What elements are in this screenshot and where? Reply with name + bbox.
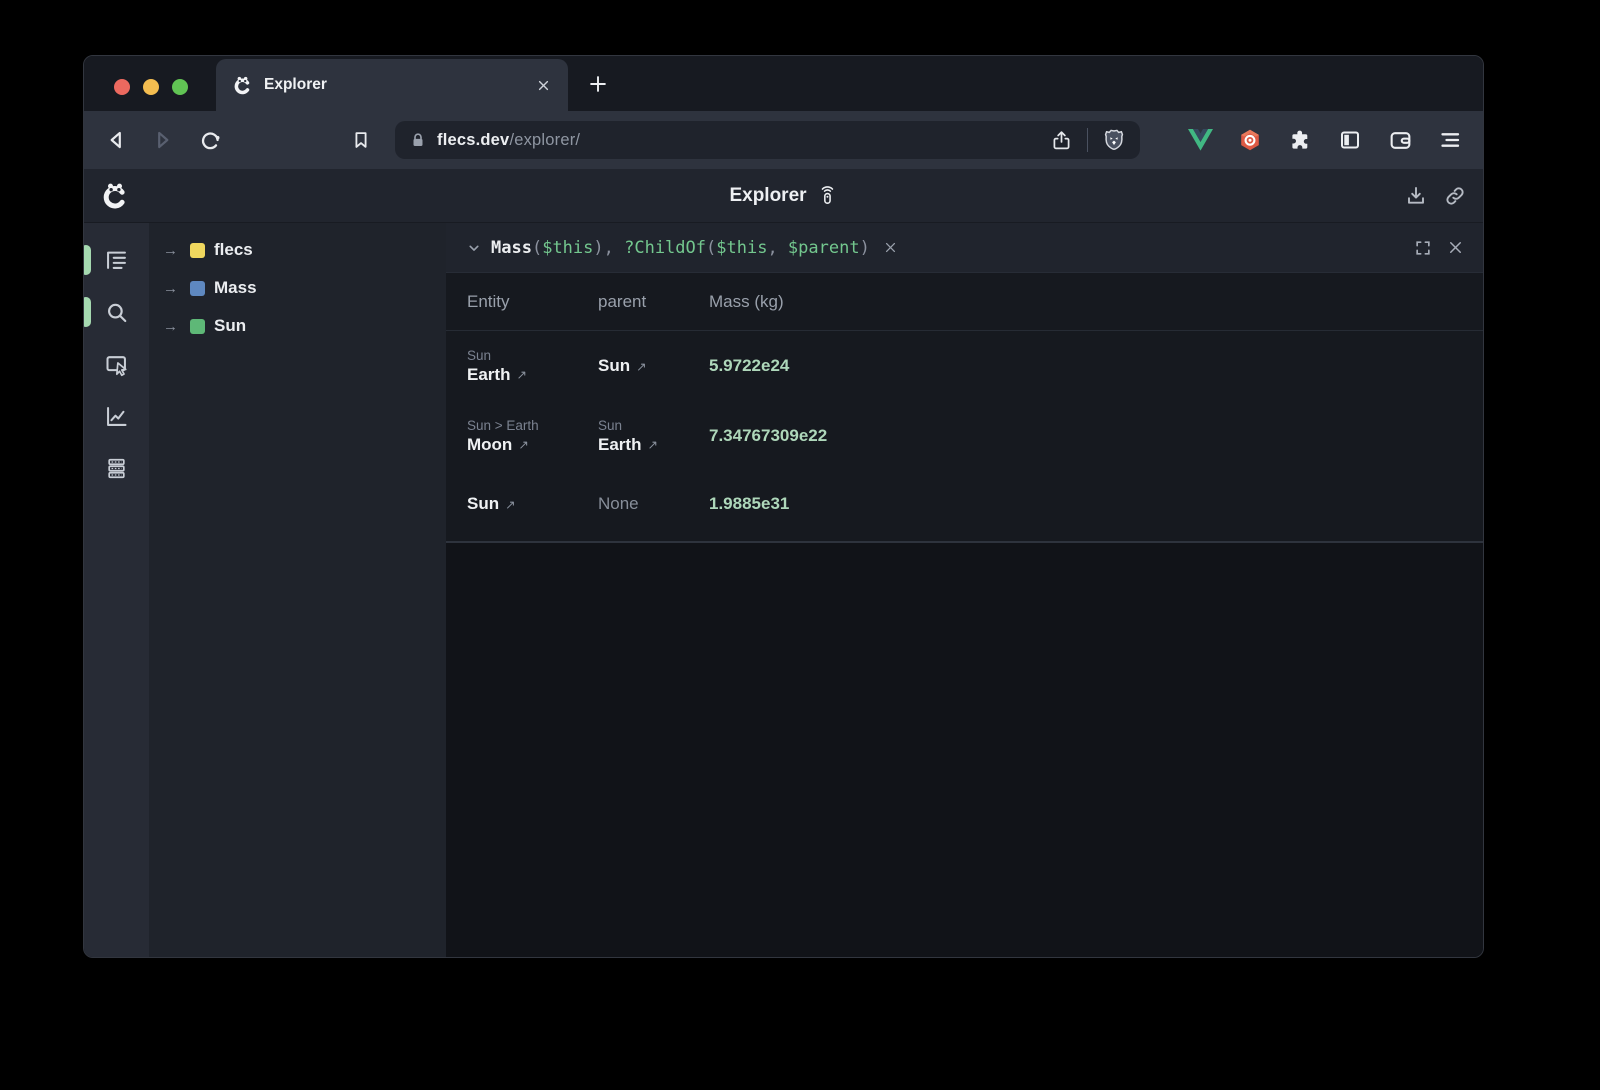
sidebar-item-inspect[interactable]	[84, 338, 149, 390]
chevron-down-icon[interactable]	[464, 238, 484, 258]
sidebar-toggle-icon[interactable]	[1337, 127, 1363, 153]
stats-icon	[103, 403, 130, 430]
entity-link[interactable]: Moon↗	[467, 435, 598, 455]
browser-window: Explorer flecs.dev/explorer/	[83, 55, 1484, 958]
mass-value: 5.9722e24	[709, 356, 789, 375]
back-icon[interactable]	[102, 126, 130, 154]
expand-arrow-icon[interactable]: →	[163, 280, 181, 297]
parent-none: None	[598, 494, 639, 513]
column-header-mass: Mass (kg)	[709, 292, 1462, 312]
commands-icon	[103, 455, 130, 482]
page-title: Explorer	[729, 185, 806, 207]
mass-value: 1.9885e31	[709, 494, 789, 513]
maximize-window-button[interactable]	[172, 79, 188, 95]
results-table-header: Entity parent Mass (kg)	[446, 273, 1483, 331]
url-path: /explorer/	[509, 131, 580, 149]
link-icon[interactable]	[1443, 184, 1467, 208]
tree-item-label[interactable]: flecs	[214, 240, 253, 260]
traffic-lights	[114, 79, 188, 95]
lock-icon	[409, 131, 427, 149]
url-text: flecs.dev/explorer/	[437, 131, 580, 150]
tab-bar: Explorer	[84, 56, 1483, 111]
entity-color-swatch	[190, 281, 205, 296]
entity-path: Sun	[467, 348, 598, 363]
download-icon[interactable]	[1404, 184, 1428, 208]
tab-title: Explorer	[264, 76, 524, 94]
tab-close-icon[interactable]	[535, 77, 552, 94]
remote-connection-icon[interactable]	[817, 185, 838, 206]
entity-path: Sun > Earth	[467, 418, 598, 433]
minimize-window-button[interactable]	[143, 79, 159, 95]
goto-arrow-icon: ↗	[518, 437, 528, 452]
flecs-favicon	[232, 75, 253, 96]
close-window-button[interactable]	[114, 79, 130, 95]
brave-shield-icon[interactable]	[1102, 128, 1126, 152]
entity-link[interactable]: Earth↗	[467, 365, 598, 385]
sidebar-item-commands[interactable]	[84, 442, 149, 494]
urlbar-divider	[1087, 128, 1088, 152]
table-row: Sun Earth↗ Sun↗ 5.9722e24	[446, 331, 1483, 401]
new-tab-button[interactable]	[586, 72, 610, 96]
table-row: Sun > Earth Moon↗ Sun Earth↗ 7.34767309e…	[446, 401, 1483, 471]
goto-arrow-icon: ↗	[505, 497, 515, 512]
forward-icon[interactable]	[149, 126, 177, 154]
column-header-parent: parent	[598, 292, 709, 312]
vue-devtools-icon[interactable]	[1187, 127, 1213, 153]
parent-path: Sun	[598, 418, 709, 433]
expand-arrow-icon[interactable]: →	[163, 318, 181, 335]
fullscreen-icon[interactable]	[1413, 238, 1433, 258]
close-panel-icon[interactable]	[1446, 238, 1465, 257]
tab-explorer[interactable]: Explorer	[216, 59, 568, 111]
expand-arrow-icon[interactable]: →	[163, 242, 181, 259]
active-pill-tree	[83, 245, 91, 275]
query-results-area: Mass($this), ?ChildOf($this, $parent)	[446, 223, 1483, 958]
tree-item-label[interactable]: Sun	[214, 316, 246, 336]
tree-icon	[103, 247, 130, 274]
sidebar-item-search[interactable]	[84, 286, 149, 338]
flecs-logo[interactable]	[100, 181, 130, 211]
tree-item-label[interactable]: Mass	[214, 278, 257, 298]
wallet-icon[interactable]	[1387, 127, 1413, 153]
entity-color-swatch	[190, 243, 205, 258]
extensions-puzzle-icon[interactable]	[1287, 127, 1313, 153]
table-row: Sun↗ None 1.9885e31	[446, 471, 1483, 537]
url-domain: flecs.dev	[437, 131, 509, 149]
active-pill-search	[83, 297, 91, 327]
query-header: Mass($this), ?ChildOf($this, $parent)	[446, 223, 1483, 273]
parent-link[interactable]: Earth↗	[598, 435, 709, 455]
entity-color-swatch	[190, 319, 205, 334]
goto-arrow-icon: ↗	[647, 437, 657, 452]
inspect-icon	[103, 351, 130, 378]
tree-item-mass[interactable]: → Mass	[149, 269, 446, 307]
clear-query-icon[interactable]	[882, 239, 899, 256]
query-expression[interactable]: Mass($this), ?ChildOf($this, $parent)	[491, 238, 870, 258]
entity-link[interactable]: Sun↗	[467, 494, 598, 514]
goto-arrow-icon: ↗	[516, 367, 526, 382]
tree-item-flecs[interactable]: → flecs	[149, 231, 446, 269]
url-bar[interactable]: flecs.dev/explorer/	[395, 121, 1140, 159]
entity-tree-panel: → flecs → Mass → Sun	[149, 223, 446, 958]
search-icon	[103, 299, 130, 326]
reload-icon[interactable]	[196, 126, 224, 154]
explorer-header: Explorer	[84, 169, 1483, 223]
sidebar-item-tree[interactable]	[84, 234, 149, 286]
tree-item-sun[interactable]: → Sun	[149, 307, 446, 345]
parent-link[interactable]: Sun↗	[598, 356, 709, 376]
column-header-entity: Entity	[467, 292, 598, 312]
extension-icons	[1187, 127, 1483, 153]
browser-toolbar: flecs.dev/explorer/	[84, 111, 1483, 169]
goto-arrow-icon: ↗	[636, 359, 646, 374]
sidebar-item-stats[interactable]	[84, 390, 149, 442]
query-panel: Mass($this), ?ChildOf($this, $parent)	[446, 223, 1483, 543]
menu-icon[interactable]	[1437, 127, 1463, 153]
share-icon[interactable]	[1050, 129, 1073, 152]
bookmark-icon[interactable]	[347, 126, 375, 154]
icon-sidebar	[84, 223, 149, 958]
explorer-content: → flecs → Mass → Sun	[84, 223, 1483, 958]
hexagon-extension-icon[interactable]	[1237, 127, 1263, 153]
mass-value: 7.34767309e22	[709, 426, 827, 445]
